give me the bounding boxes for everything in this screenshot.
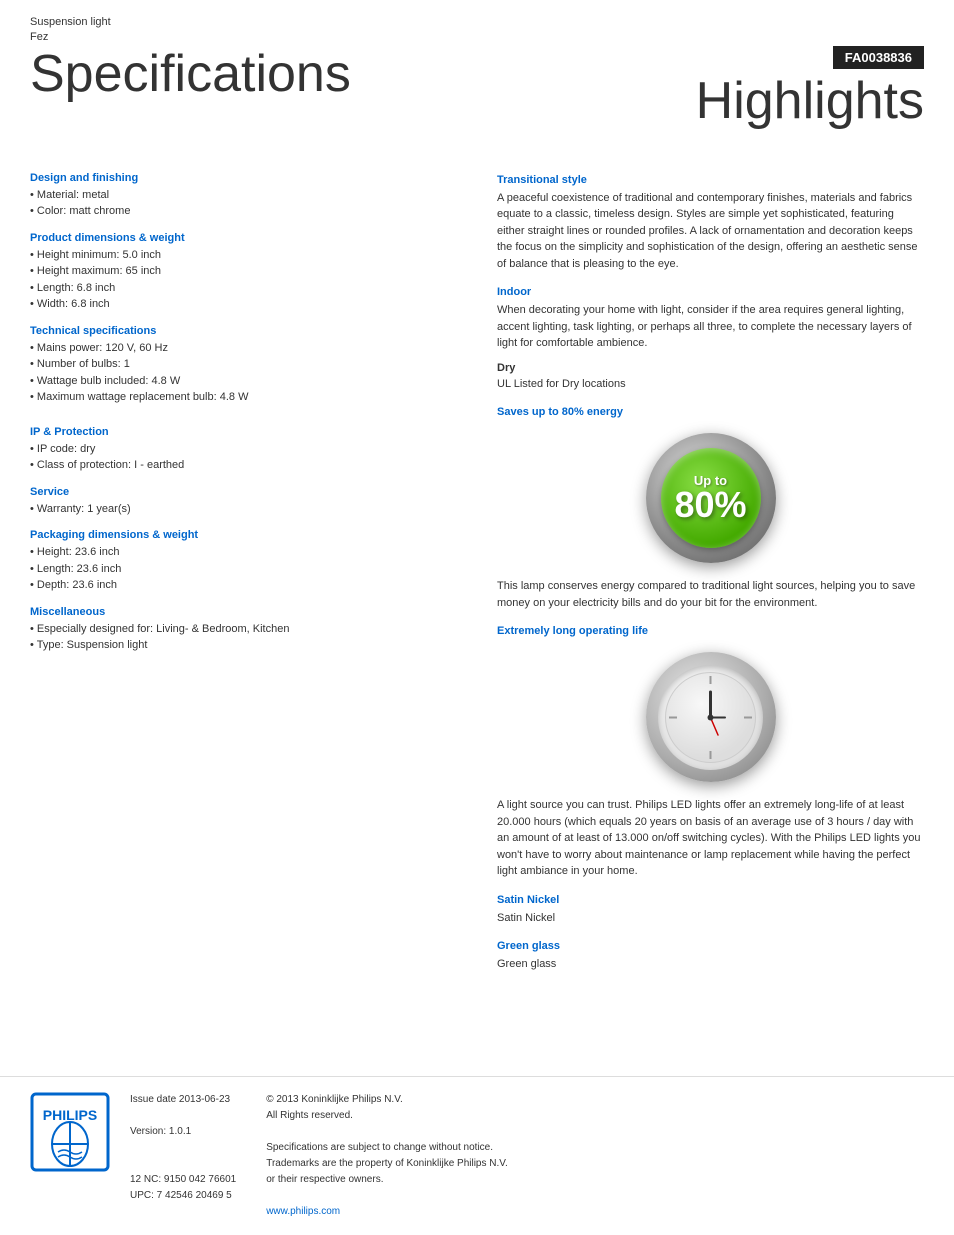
- right-column: Transitional style A peaceful coexistenc…: [477, 160, 924, 1056]
- indoor-title: Indoor: [497, 286, 924, 298]
- footer: PHILIPS Issue date 2013-06-23 Version: 1…: [0, 1076, 954, 1235]
- technical-specs-section: Technical specifications Mains power: 12…: [30, 325, 457, 406]
- version: Version: 1.0.1: [130, 1124, 236, 1140]
- ip-section: IP & Protection IP code: dry Class of pr…: [30, 426, 457, 474]
- product-code-box: FA0038836: [833, 46, 924, 69]
- technical-specs-list: Mains power: 120 V, 60 Hz Number of bulb…: [30, 340, 457, 406]
- product-dimensions-section: Product dimensions & weight Height minim…: [30, 232, 457, 313]
- green-glass-text: Green glass: [497, 956, 924, 973]
- indoor-text: When decorating your home with light, co…: [497, 302, 924, 352]
- technical-specs-title: Technical specifications: [30, 325, 457, 337]
- product-model-text: Fez: [30, 31, 48, 43]
- ip-list: IP code: dry Class of protection: I - ea…: [30, 441, 457, 474]
- disclaimer: Specifications are subject to change wit…: [266, 1140, 508, 1188]
- design-finishing-section: Design and finishing Material: metal Col…: [30, 172, 457, 220]
- miscellaneous-list: Especially designed for: Living- & Bedro…: [30, 621, 457, 654]
- ip-title: IP & Protection: [30, 426, 457, 438]
- transitional-style-title: Transitional style: [497, 174, 924, 186]
- footer-logo: PHILIPS: [30, 1092, 110, 1175]
- packaging-list: Height: 23.6 inch Length: 23.6 inch Dept…: [30, 544, 457, 594]
- list-item: Maximum wattage replacement bulb: 4.8 W: [30, 389, 457, 406]
- energy-badge-container: Up to 80%: [497, 433, 924, 563]
- service-list: Warranty: 1 year(s): [30, 501, 457, 518]
- energy-badge: Up to 80%: [646, 433, 776, 563]
- list-item: Height: 23.6 inch: [30, 544, 457, 561]
- miscellaneous-title: Miscellaneous: [30, 606, 457, 618]
- indoor-section: Indoor When decorating your home with li…: [497, 286, 924, 352]
- product-type-text: Suspension light: [30, 16, 111, 28]
- list-item: Height maximum: 65 inch: [30, 263, 457, 280]
- operating-life-title: Extremely long operating life: [497, 625, 924, 637]
- nc-upc: 12 NC: 9150 042 76601 UPC: 7 42546 20469…: [130, 1172, 236, 1204]
- header-row: Specifications FA0038836 Highlights: [0, 46, 954, 130]
- miscellaneous-section: Miscellaneous Especially designed for: L…: [30, 606, 457, 654]
- product-dimensions-title: Product dimensions & weight: [30, 232, 457, 244]
- left-column: Design and finishing Material: metal Col…: [30, 160, 477, 1056]
- green-glass-title: Green glass: [497, 940, 924, 952]
- footer-info: Issue date 2013-06-23 Version: 1.0.1 12 …: [130, 1092, 508, 1220]
- energy-text: This lamp conserves energy compared to t…: [497, 578, 924, 611]
- transitional-style-text: A peaceful coexistence of traditional an…: [497, 190, 924, 273]
- operating-life-section: Extremely long operating life: [497, 625, 924, 880]
- list-item: Height minimum: 5.0 inch: [30, 247, 457, 264]
- service-title: Service: [30, 486, 457, 498]
- clock-outer: [646, 652, 776, 782]
- list-item: Class of protection: I - earthed: [30, 457, 457, 474]
- energy-badge-inner: Up to 80%: [661, 448, 761, 548]
- dry-title: Dry: [497, 362, 924, 374]
- dry-text: UL Listed for Dry locations: [497, 376, 924, 393]
- page-title: Specifications: [30, 46, 351, 103]
- transitional-style-section: Transitional style A peaceful coexistenc…: [497, 174, 924, 273]
- list-item: Mains power: 120 V, 60 Hz: [30, 340, 457, 357]
- header-left: Suspension light Fez: [0, 0, 954, 46]
- operating-life-text: A light source you can trust. Philips LE…: [497, 797, 924, 880]
- product-dimensions-list: Height minimum: 5.0 inch Height maximum:…: [30, 247, 457, 313]
- issue-date: Issue date 2013-06-23: [130, 1092, 236, 1108]
- design-finishing-list: Material: metal Color: matt chrome: [30, 187, 457, 220]
- packaging-title: Packaging dimensions & weight: [30, 529, 457, 541]
- energy-section: Saves up to 80% energy Up to 80% This la…: [497, 406, 924, 611]
- copyright: © 2013 Koninklijke Philips N.V. All Righ…: [266, 1092, 508, 1124]
- svg-text:PHILIPS: PHILIPS: [43, 1107, 97, 1123]
- list-item: Warranty: 1 year(s): [30, 501, 457, 518]
- energy-percent: 80%: [674, 487, 746, 523]
- list-item: Length: 23.6 inch: [30, 561, 457, 578]
- list-item: Material: metal: [30, 187, 457, 204]
- product-type: Suspension light Fez: [30, 15, 924, 46]
- green-glass-section: Green glass Green glass: [497, 940, 924, 973]
- highlights-header: FA0038836 Highlights: [696, 46, 924, 130]
- satin-nickel-section: Satin Nickel Satin Nickel: [497, 894, 924, 927]
- dry-section: Dry UL Listed for Dry locations: [497, 362, 924, 393]
- list-item: Depth: 23.6 inch: [30, 577, 457, 594]
- website-link[interactable]: www.philips.com: [266, 1204, 508, 1220]
- service-section: Service Warranty: 1 year(s): [30, 486, 457, 518]
- page: Suspension light Fez Specifications FA00…: [0, 0, 954, 1235]
- list-item: Especially designed for: Living- & Bedro…: [30, 621, 457, 638]
- footer-col-left: Issue date 2013-06-23 Version: 1.0.1 12 …: [130, 1092, 236, 1220]
- satin-nickel-text: Satin Nickel: [497, 910, 924, 927]
- list-item: Number of bulbs: 1: [30, 356, 457, 373]
- list-item: Width: 6.8 inch: [30, 296, 457, 313]
- list-item: IP code: dry: [30, 441, 457, 458]
- product-code: FA0038836: [845, 50, 912, 65]
- satin-nickel-title: Satin Nickel: [497, 894, 924, 906]
- list-item: Length: 6.8 inch: [30, 280, 457, 297]
- list-item: Type: Suspension light: [30, 637, 457, 654]
- footer-col-right: © 2013 Koninklijke Philips N.V. All Righ…: [266, 1092, 508, 1220]
- highlights-title: Highlights: [696, 72, 924, 130]
- clock-face: [658, 665, 763, 770]
- main-content: Design and finishing Material: metal Col…: [0, 140, 954, 1076]
- philips-logo-svg: PHILIPS: [30, 1092, 110, 1172]
- energy-title: Saves up to 80% energy: [497, 406, 924, 418]
- clock-svg: [663, 670, 758, 765]
- packaging-section: Packaging dimensions & weight Height: 23…: [30, 529, 457, 594]
- clock-container: [497, 652, 924, 782]
- design-finishing-title: Design and finishing: [30, 172, 457, 184]
- list-item: Color: matt chrome: [30, 203, 457, 220]
- list-item: Wattage bulb included: 4.8 W: [30, 373, 457, 390]
